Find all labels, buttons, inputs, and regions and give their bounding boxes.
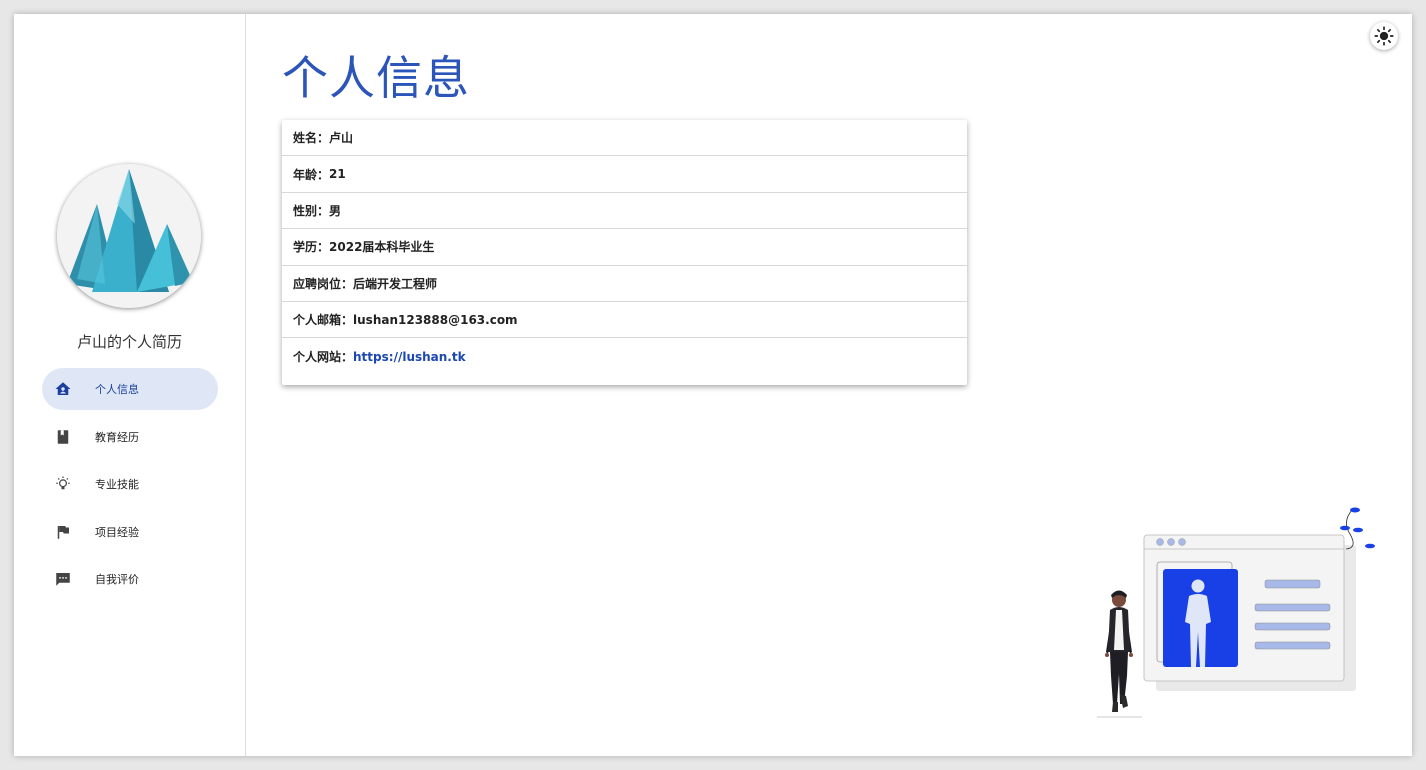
theme-toggle-button[interactable] (1370, 22, 1398, 50)
sidebar-item-label: 教育经历 (95, 430, 139, 444)
sidebar-item-label: 自我评价 (95, 573, 139, 586)
info-key: 个人邮箱： (293, 313, 354, 328)
sidebar-item-education[interactable]: 教育经历 (42, 416, 218, 458)
info-key: 姓名： (293, 131, 330, 146)
sidebar-nav: 个人信息 教育经历 专业技能 项目经验 自我评价 (42, 368, 218, 606)
info-key: 应聘岗位： (293, 276, 354, 291)
sidebar-item-skills[interactable]: 专业技能 (42, 463, 218, 505)
sidebar-item-projects[interactable]: 项目经验 (42, 511, 218, 553)
lightbulb-icon (56, 476, 70, 490)
info-value: 21 (329, 167, 346, 182)
personal-info-card: 姓名： 卢山 年龄： 21 性别：男 学历： 2022届本科毕业生 应聘岗位： 后端开发… (282, 120, 967, 385)
home-icon (55, 382, 71, 395)
info-key: 性别： (293, 203, 330, 218)
info-row-website: 个人网站： https://lushan.tk (282, 338, 967, 374)
sidebar-item-label: 专业技能 (95, 478, 139, 491)
sidebar-item-self-evaluation[interactable]: 自我评价 (42, 558, 218, 600)
info-row-name: 姓名： 卢山 (282, 120, 967, 157)
info-value: 2022届本科毕业生 (329, 240, 435, 255)
sidebar-title: 卢山的个人简历 (76, 333, 182, 351)
profile-illustration (1097, 507, 1375, 718)
sidebar-item-personal-info[interactable]: 个人信息 (42, 368, 218, 410)
website-link[interactable]: https://lushan.tk (353, 350, 466, 364)
sidebar-item-label: 项目经验 (95, 525, 139, 539)
page-title: 个人信息 (282, 51, 470, 105)
info-key: 学历： (293, 240, 330, 255)
comment-icon (56, 573, 70, 586)
info-row-education: 学历： 2022届本科毕业生 (282, 229, 967, 266)
app-window: 卢山的个人简历 个人信息 教育经历 专业技能 项目经验 自我评价 个人信息 姓名… (14, 14, 1412, 756)
flag-icon (57, 525, 69, 539)
sidebar-item-label: 个人信息 (95, 383, 139, 396)
info-key: 个人网站： (293, 350, 354, 365)
info-row-age: 年龄： 21 (282, 156, 967, 193)
info-row-email: 个人邮箱： lushan123888@163.com (282, 302, 967, 339)
info-value: 男 (329, 203, 342, 218)
sun-icon (1374, 26, 1394, 46)
info-row-gender: 性别：男 (282, 193, 967, 230)
info-key: 年龄： (293, 167, 330, 182)
info-value: 卢山 (329, 131, 354, 146)
book-icon (57, 429, 69, 444)
info-row-position: 应聘岗位： 后端开发工程师 (282, 266, 967, 302)
info-value: 后端开发工程师 (353, 276, 438, 291)
sidebar: 卢山的个人简历 个人信息 教育经历 专业技能 项目经验 自我评价 (14, 14, 246, 756)
avatar (57, 164, 201, 308)
info-value: lushan123888@163.com (353, 312, 518, 327)
